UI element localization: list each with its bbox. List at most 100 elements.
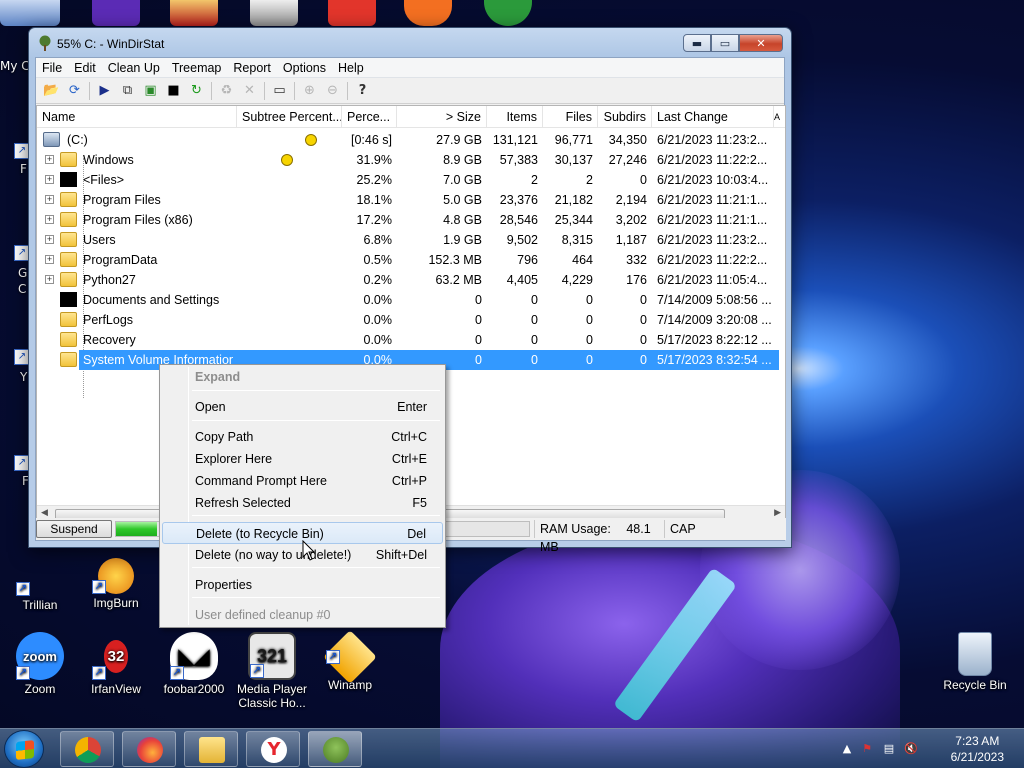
row-name: Recovery <box>83 333 136 347</box>
expand-icon[interactable]: + <box>45 275 54 284</box>
taskbar-firefox[interactable] <box>122 731 176 767</box>
expand-icon[interactable]: + <box>45 155 54 164</box>
files-icon <box>60 292 77 307</box>
taskbar-yandex[interactable]: Y <box>246 731 300 767</box>
menu-options[interactable]: Options <box>277 58 332 78</box>
scroll-left-icon[interactable]: ◀ <box>41 508 48 518</box>
menu-item-open[interactable]: Open Enter <box>162 396 443 418</box>
desktop-icon-irfanview[interactable]: 32 ↗ IrfanView <box>76 632 156 696</box>
row-last-change: 6/21/2023 11:05:4... <box>657 273 768 287</box>
shortcut-arrow-icon: ↗ <box>16 582 30 596</box>
table-row[interactable]: + <Files> 25.2% 7.0 GB 2 2 0 6/21/2023 10:03:4.… <box>37 170 781 190</box>
table-row[interactable]: + Program Files 18.1% 5.0 GB 23,376 21,182 2,1… <box>37 190 781 210</box>
app-icon[interactable] <box>484 0 532 26</box>
taskbar-chrome[interactable] <box>60 731 114 767</box>
folder-icon <box>60 192 77 207</box>
taskbar-explorer[interactable] <box>184 731 238 767</box>
row-percent: 0.5% <box>363 253 393 267</box>
expand-icon[interactable]: + <box>45 235 54 244</box>
cmd-icon[interactable]: ■ <box>162 80 185 102</box>
explorer-icon[interactable]: ▣ <box>139 80 162 102</box>
refresh-selected-icon[interactable]: ↻ <box>185 80 208 102</box>
network-icon[interactable]: ▤ <box>882 743 896 755</box>
table-row[interactable]: Documents and Settings 0.0% 0 0 0 0 7/14/2009 … <box>37 290 781 310</box>
menu-file[interactable]: File <box>36 58 68 78</box>
app-icon[interactable] <box>328 0 376 26</box>
desktop-icon-recycle-bin[interactable]: Recycle Bin <box>935 632 1015 692</box>
expand-icon[interactable]: + <box>45 195 54 204</box>
menu-item-label: Delete (no way to undelete!) <box>195 548 352 562</box>
play-icon[interactable]: ▶ <box>93 80 116 102</box>
desktop-icon-trillian[interactable]: ↗ Trillian <box>0 548 80 612</box>
desktop-icon-winamp[interactable]: ↗ Winamp <box>310 630 390 692</box>
menu-item-properties[interactable]: Properties <box>162 574 443 596</box>
menu-item-copy-path[interactable]: Copy Path Ctrl+C <box>162 426 443 448</box>
app-icon[interactable] <box>170 0 218 26</box>
row-items: 57,383 <box>499 153 538 167</box>
expand-icon[interactable]: + <box>45 255 54 264</box>
row-size: 8.9 GB <box>443 153 482 167</box>
irfanview-icon: 32 ↗ <box>92 632 140 680</box>
desktop-icon-zoom[interactable]: zoom ↗ Zoom <box>0 632 80 696</box>
col-last-change[interactable]: Last Change <box>652 106 774 128</box>
col-subdirs[interactable]: Subdirs <box>598 106 652 128</box>
title-bar[interactable]: 55% C: - WinDirStat ▬ ▭ ✕ <box>29 28 791 58</box>
desktop-icon-imgburn[interactable]: ↗ ImgBurn <box>76 548 156 610</box>
menu-item-explorer-here[interactable]: Explorer Here Ctrl+E <box>162 448 443 470</box>
row-items: 28,546 <box>499 213 538 227</box>
table-row[interactable]: Recovery 0.0% 0 0 0 0 5/17/2023 8:22:12 ... <box>37 330 781 350</box>
clock[interactable]: 7:23 AM 6/21/2023 <box>951 733 1004 765</box>
start-button[interactable] <box>4 730 44 768</box>
help-icon[interactable]: ? <box>351 80 374 102</box>
col-more[interactable]: A <box>774 106 786 128</box>
app-icon[interactable] <box>404 0 452 26</box>
table-row[interactable]: + Python27 0.2% 63.2 MB 4,405 4,229 176 6/21/20… <box>37 270 781 290</box>
minimize-button[interactable]: ▬ <box>683 34 711 52</box>
menu-item-refresh-selected[interactable]: Refresh Selected F5 <box>162 492 443 514</box>
recycle-icon[interactable]: ♻ <box>215 80 238 102</box>
edge-label: F <box>20 162 27 176</box>
zoom-in-icon[interactable]: ⊕ <box>298 80 321 102</box>
col-name[interactable]: Name <box>37 106 237 128</box>
table-row[interactable]: PerfLogs 0.0% 0 0 0 0 7/14/2009 3:20:08 ... <box>37 310 781 330</box>
table-row[interactable]: (C:) [0:46 s] 27.9 GB 131,121 96,771 34,350 6/… <box>37 130 781 150</box>
table-row[interactable]: + Windows 31.9% 8.9 GB 57,383 30,137 27,246 6/2… <box>37 150 781 170</box>
zoom-out-icon[interactable]: ⊖ <box>321 80 344 102</box>
col-size[interactable]: > Size <box>397 106 487 128</box>
suspend-button[interactable]: Suspend <box>36 520 112 538</box>
menu-report[interactable]: Report <box>227 58 277 78</box>
menu-treemap[interactable]: Treemap <box>166 58 228 78</box>
open-icon[interactable]: 📂 <box>40 80 63 102</box>
table-row[interactable]: + ProgramData 0.5% 152.3 MB 796 464 332 6/21/20… <box>37 250 781 270</box>
delete-icon[interactable]: ✕ <box>238 80 261 102</box>
col-items[interactable]: Items <box>487 106 543 128</box>
col-files[interactable]: Files <box>543 106 598 128</box>
action-center-icon[interactable]: ⚑ <box>860 743 874 755</box>
desktop-icon-foobar2000[interactable]: ◣◢ ↗ foobar2000 <box>154 632 234 696</box>
col-subtree-percent[interactable]: Subtree Percent... <box>237 106 342 128</box>
table-row[interactable]: + Users 6.8% 1.9 GB 9,502 8,315 1,187 6/21/2023… <box>37 230 781 250</box>
refresh-icon[interactable]: ⟳ <box>63 80 86 102</box>
table-row[interactable]: + Program Files (x86) 17.2% 4.8 GB 28,546 25,… <box>37 210 781 230</box>
menu-clean-up[interactable]: Clean Up <box>102 58 166 78</box>
maximize-button[interactable]: ▭ <box>711 34 739 52</box>
expand-icon[interactable]: + <box>45 175 54 184</box>
menu-help[interactable]: Help <box>332 58 370 78</box>
app-icon[interactable] <box>92 0 140 26</box>
expand-icon[interactable]: + <box>45 215 54 224</box>
scroll-right-icon[interactable]: ▶ <box>774 508 781 518</box>
app-icon[interactable] <box>250 0 298 26</box>
show-hidden-icon[interactable]: ▲ <box>840 743 854 755</box>
copy-icon[interactable]: ⧉ <box>116 80 139 102</box>
desktop-icon-mpc[interactable]: 321 ↗ Media Player Classic Ho... <box>232 632 312 710</box>
col-percent[interactable]: Perce... <box>342 106 397 128</box>
menu-edit[interactable]: Edit <box>68 58 102 78</box>
close-button[interactable]: ✕ <box>739 34 783 52</box>
row-name: Python27 <box>83 273 136 287</box>
menu-item-command-prompt-here[interactable]: Command Prompt Here Ctrl+P <box>162 470 443 492</box>
computer-icon[interactable] <box>0 0 60 26</box>
volume-muted-icon[interactable]: 🔇 <box>904 743 918 755</box>
taskbar-windirstat[interactable] <box>308 731 362 767</box>
new-folder-icon[interactable]: ▭ <box>268 80 291 102</box>
row-name: <Files> <box>83 173 124 187</box>
